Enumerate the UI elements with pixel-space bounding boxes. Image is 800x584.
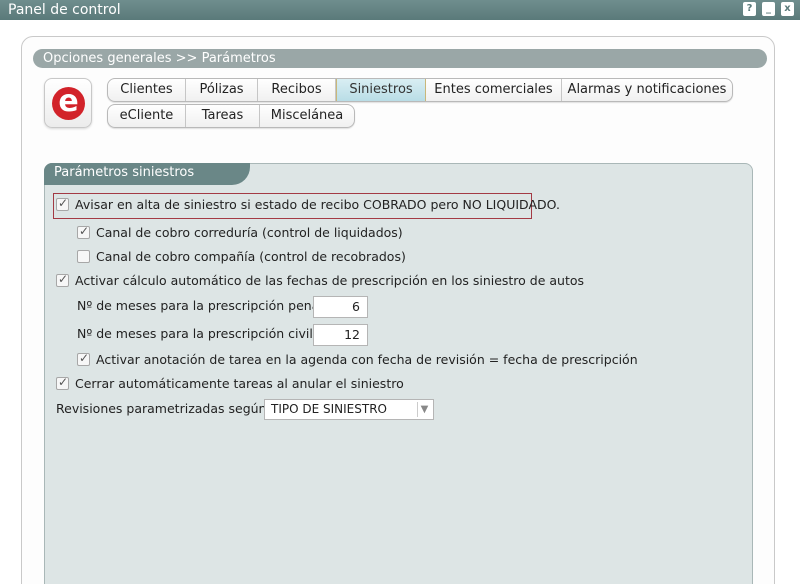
tab-clientes[interactable]: Clientes bbox=[108, 79, 186, 101]
tab-row-2: eCliente Tareas Miscelánea bbox=[107, 104, 355, 128]
revisiones-select[interactable]: TIPO DE SINIESTRO ▼ bbox=[264, 399, 434, 420]
close-icon[interactable]: x bbox=[781, 2, 794, 16]
revisiones-label: Revisiones parametrizadas según bbox=[56, 401, 267, 416]
tab-ecliente[interactable]: eCliente bbox=[108, 105, 186, 127]
app-logo: e bbox=[44, 78, 92, 128]
minimize-icon[interactable]: _ bbox=[762, 2, 775, 16]
tab-row-1: Clientes Pólizas Recibos Siniestros Ente… bbox=[107, 78, 733, 102]
tab-recibos[interactable]: Recibos bbox=[258, 79, 336, 101]
revisiones-selected-value: TIPO DE SINIESTRO bbox=[271, 402, 387, 416]
tab-entes-comerciales[interactable]: Entes comerciales bbox=[426, 79, 562, 101]
logo-e-icon: e bbox=[52, 87, 85, 120]
avisar-checkbox[interactable] bbox=[56, 196, 69, 211]
window-titlebar: Panel de control ? _ x bbox=[0, 0, 800, 20]
meses-civil-label: Nº de meses para la prescripción civil bbox=[77, 326, 313, 341]
window-title: Panel de control bbox=[8, 2, 121, 18]
meses-penal-input[interactable]: 6 bbox=[313, 296, 368, 318]
cerrar-tareas-label: Cerrar automáticamente tareas al anular … bbox=[75, 376, 404, 391]
tab-alarmas-notificaciones[interactable]: Alarmas y notificaciones bbox=[562, 79, 732, 101]
meses-civil-input[interactable]: 12 bbox=[313, 324, 368, 346]
help-icon[interactable]: ? bbox=[743, 2, 756, 16]
canal-compania-checkbox[interactable] bbox=[77, 250, 90, 263]
tab-polizas[interactable]: Pólizas bbox=[186, 79, 258, 101]
tab-tareas[interactable]: Tareas bbox=[186, 105, 260, 127]
chevron-down-icon[interactable]: ▼ bbox=[417, 402, 431, 417]
activar-anotacion-checkbox[interactable] bbox=[77, 351, 90, 366]
canal-correduria-checkbox[interactable] bbox=[77, 224, 90, 239]
section-title: Parámetros siniestros bbox=[44, 163, 250, 185]
canal-compania-label: Canal de cobro compañía (control de reco… bbox=[96, 249, 406, 264]
tab-siniestros[interactable]: Siniestros bbox=[336, 79, 426, 101]
cerrar-tareas-checkbox[interactable] bbox=[56, 375, 69, 390]
meses-penal-label: Nº de meses para la prescripción penal bbox=[77, 298, 323, 313]
avisar-label: Avisar en alta de siniestro si estado de… bbox=[75, 197, 560, 212]
tab-miscelanea[interactable]: Miscelánea bbox=[260, 105, 354, 127]
canal-correduria-label: Canal de cobro correduría (control de li… bbox=[96, 225, 403, 240]
activar-calculo-checkbox[interactable] bbox=[56, 272, 69, 287]
activar-anotacion-label: Activar anotación de tarea en la agenda … bbox=[96, 352, 638, 367]
activar-calculo-label: Activar cálculo automático de las fechas… bbox=[75, 273, 585, 288]
breadcrumb: Opciones generales >> Parámetros bbox=[33, 49, 767, 68]
